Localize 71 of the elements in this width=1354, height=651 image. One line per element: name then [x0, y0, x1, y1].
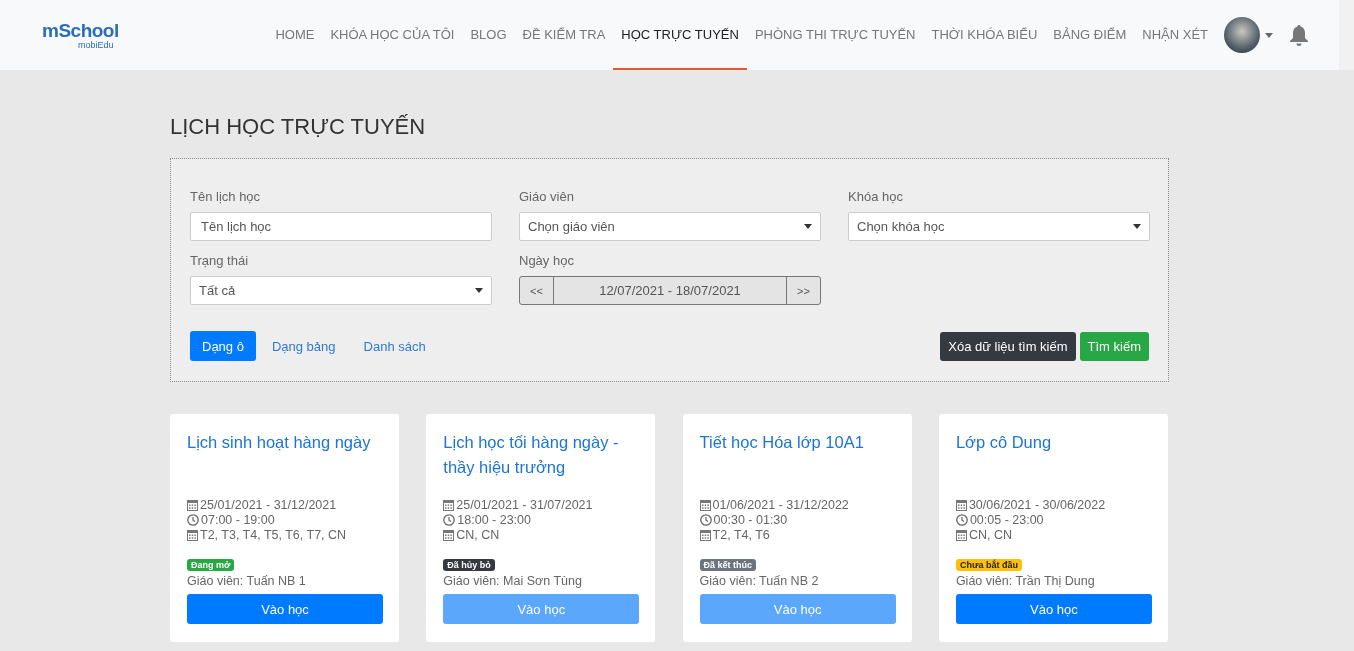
calendar-icon: [187, 499, 198, 511]
date-range: 30/06/2021 - 30/06/2022: [968, 498, 1106, 512]
calendar-icon: [955, 529, 967, 541]
logo-name: mSchool: [42, 20, 119, 40]
name-input[interactable]: Tên lịch học: [190, 212, 492, 241]
search-button[interactable]: Tìm kiếm: [1079, 331, 1149, 361]
teacher-select[interactable]: Chọn giáo viên: [519, 212, 821, 241]
nav-link[interactable]: HOME: [267, 0, 323, 70]
view-tab[interactable]: Danh sách: [351, 331, 438, 361]
schedule-title[interactable]: Lịch sinh hoạt hàng ngày: [187, 430, 383, 480]
teacher-name: Giáo viên: Trần Thị Dung: [955, 574, 1096, 588]
clock-icon: [187, 514, 199, 526]
weekdays: CN, CN: [456, 528, 500, 542]
clock-icon: [699, 514, 712, 526]
weekdays: T2, T4, T6: [712, 528, 770, 542]
time-range: 00:05 - 23:00: [969, 513, 1044, 527]
time-range: 18:00 - 23:00: [457, 513, 531, 527]
caret-icon: [804, 224, 812, 229]
time-range: 00:30 - 01:30: [713, 513, 788, 527]
time-range: 07:00 - 19:00: [201, 513, 275, 527]
nav-link[interactable]: HỌC TRỰC TUYẾN: [613, 0, 747, 70]
caret-icon[interactable]: [1265, 32, 1273, 38]
nav-link[interactable]: ĐỀ KIỂM TRA: [514, 0, 614, 70]
calendar-icon: [955, 499, 967, 511]
page-title: LỊCH HỌC TRỰC TUYẾN: [170, 114, 427, 140]
join-button[interactable]: Vào học: [955, 594, 1152, 624]
caret-icon: [475, 288, 483, 293]
field-label: Giáo viên: [519, 189, 575, 204]
view-tab[interactable]: Dạng bảng: [259, 331, 348, 361]
clock-icon: [955, 514, 968, 526]
calendar-icon: [443, 499, 455, 511]
view-tab[interactable]: Dạng ô: [190, 331, 256, 361]
join-button[interactable]: Vào học: [187, 594, 383, 624]
calendar-icon: [699, 529, 711, 541]
status-select[interactable]: Tất cả: [190, 276, 492, 305]
field-label: Trạng thái: [190, 253, 250, 268]
calendar-icon: [187, 529, 198, 541]
nav-link[interactable]: BLOG: [462, 0, 515, 70]
nav-link[interactable]: KHÓA HỌC CỦA TÔI: [322, 0, 463, 70]
caret-icon: [1133, 224, 1141, 229]
status-badge: Chưa bắt đầu: [955, 559, 1022, 571]
next-week-button[interactable]: >>: [787, 277, 820, 304]
nav-link[interactable]: PHÒNG THI TRỰC TUYẾN: [746, 0, 924, 70]
status-badge: Đã hủy bỏ: [443, 559, 495, 571]
clear-search-button[interactable]: Xóa dữ liệu tìm kiếm: [940, 331, 1076, 361]
weekdays: CN, CN: [968, 528, 1012, 542]
teacher-name: Giáo viên: Tuấn NB 1: [187, 574, 307, 588]
field-label: Tên lịch học: [190, 189, 262, 204]
nav-link[interactable]: NHẬN XÉT: [1134, 0, 1216, 70]
clock-icon: [443, 514, 456, 526]
calendar-icon: [699, 499, 711, 511]
status-badge: Đang mở: [187, 559, 235, 571]
date-range: 12/07/2021 - 18/07/2021: [553, 277, 787, 304]
teacher-name: Giáo viên: Mai Sơn Tùng: [443, 574, 583, 588]
field-label: Khóa học: [848, 189, 904, 204]
avatar[interactable]: [1224, 17, 1260, 53]
date-range: 25/01/2021 - 31/07/2021: [456, 498, 593, 512]
weekdays: T2, T3, T4, T5, T6, T7, CN: [200, 528, 347, 542]
calendar-icon: [443, 529, 455, 541]
bell-icon[interactable]: [1289, 24, 1309, 46]
status-badge: Đã kết thúc: [699, 559, 757, 571]
nav-link[interactable]: BẢNG ĐIỂM: [1045, 0, 1135, 70]
field-label: Ngày học: [519, 253, 575, 268]
course-select[interactable]: Chọn khóa học: [848, 212, 1150, 241]
previous-week-button[interactable]: <<: [520, 277, 553, 304]
nav-link[interactable]: THỜI KHÓA BIỂU: [923, 0, 1046, 70]
schedule-title[interactable]: Lớp cô Dung: [955, 430, 1152, 480]
teacher-name: Giáo viên: Tuấn NB 2: [699, 574, 820, 588]
date-range: 01/06/2021 - 31/12/2022: [712, 498, 849, 512]
logo-tagline: mobiEdu: [78, 39, 114, 50]
date-range: 25/01/2021 - 31/12/2021: [200, 498, 337, 512]
